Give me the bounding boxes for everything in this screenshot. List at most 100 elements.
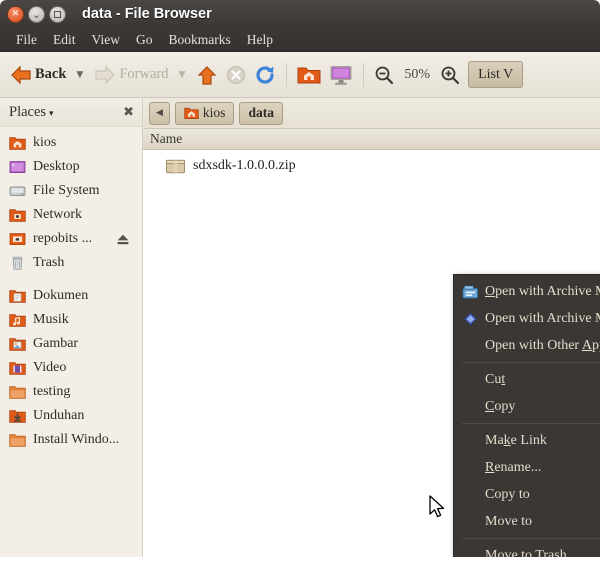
menu-file[interactable]: File [8, 30, 45, 50]
menu-view[interactable]: View [84, 30, 128, 50]
sidebar-item-unduhan[interactable]: Unduhan [0, 404, 142, 428]
back-button[interactable]: Back [6, 58, 70, 92]
window-title: data - File Browser [82, 6, 212, 22]
menu-item-open-with-archive-mounter[interactable]: Open with Archive Mounter [454, 305, 600, 332]
menu-item-label: Cut [485, 371, 506, 387]
toolbar-separator [286, 62, 288, 87]
menu-edit[interactable]: Edit [45, 30, 84, 50]
sidebar-item-gambar[interactable]: Gambar [0, 332, 142, 356]
sidebar-item-label: Gambar [33, 336, 79, 351]
sidebar-item-kios[interactable]: kios [0, 131, 142, 155]
menu-item-label: Rename... [485, 459, 542, 475]
archive-package-icon [165, 157, 186, 175]
up-arrow-icon [196, 65, 218, 85]
computer-button[interactable] [325, 58, 357, 92]
forward-history-dropdown-icon[interactable]: ▼ [178, 70, 185, 80]
menu-item-cut[interactable]: Cut [454, 366, 600, 393]
file-name-label: sdxsdk-1.0.0.0.zip [193, 158, 296, 173]
minimize-window-button[interactable]: ⌄ [28, 5, 45, 23]
sidebar-item-repobits[interactable]: repobits ... [0, 227, 142, 251]
sidebar-item-musik[interactable]: Musik [0, 308, 142, 332]
menu-go[interactable]: Go [128, 30, 161, 50]
sidebar-item-install-windows[interactable]: Install Windo... [0, 428, 142, 452]
home-folder-icon [9, 135, 26, 151]
menu-item-label: Copy [485, 398, 516, 414]
menu-item-label: Move to Trash [485, 547, 567, 558]
sidebar-item-video[interactable]: Video [0, 356, 142, 380]
menu-item-move-to[interactable]: Move to ▶ [454, 508, 600, 535]
videos-folder-icon [9, 360, 26, 376]
sidebar-item-label: kios [33, 135, 57, 150]
eject-icon[interactable] [116, 233, 130, 246]
sidebar-item-label: Dokumen [33, 288, 89, 303]
close-icon: ✕ [11, 8, 20, 19]
menu-item-copy[interactable]: Copy [454, 393, 600, 420]
menu-separator [462, 538, 600, 539]
menu-item-open-with-archive-manager[interactable]: Open with Archive Manager [454, 278, 600, 305]
stop-button[interactable] [222, 58, 250, 92]
desktop-icon [9, 159, 26, 175]
chevron-down-icon: ▾ [49, 108, 54, 119]
zoom-out-icon [374, 65, 394, 85]
up-button[interactable] [192, 58, 222, 92]
sidebar-item-dokumen[interactable]: Dokumen [0, 284, 142, 308]
breadcrumb-data[interactable]: data [239, 101, 283, 125]
table-row[interactable]: sdxsdk-1.0.0.0.zip [143, 154, 600, 178]
sidebar-item-file-system[interactable]: File System [0, 179, 142, 203]
menu-help[interactable]: Help [239, 30, 281, 50]
menu-item-label: Copy to [485, 486, 530, 502]
sidebar-item-label: File System [33, 183, 100, 198]
network-folder-icon [9, 207, 26, 223]
left-arrow-icon: ◀ [156, 108, 163, 118]
menu-item-label: Open with Archive Manager [485, 283, 600, 299]
square-icon [54, 10, 61, 18]
documents-folder-icon [9, 288, 26, 304]
main-area: Places ▾ ✖ kios Desktop File System Netw… [0, 98, 600, 557]
zoom-level-label: 50% [404, 66, 431, 82]
menu-item-make-link[interactable]: Make Link [454, 427, 600, 454]
sidebar-item-label: Trash [33, 255, 65, 270]
view-mode-dropdown[interactable]: List V [468, 61, 524, 88]
forward-label: Forward [119, 66, 169, 82]
sidebar-item-testing[interactable]: testing [0, 380, 142, 404]
column-header-name[interactable]: Name [150, 131, 182, 147]
menu-separator [462, 423, 600, 424]
back-history-dropdown-icon[interactable]: ▼ [76, 70, 83, 80]
places-title[interactable]: Places ▾ [9, 104, 54, 121]
home-button[interactable] [293, 58, 325, 92]
forward-button[interactable]: Forward [90, 58, 172, 92]
breadcrumb-kios[interactable]: kios [174, 101, 235, 125]
sidebar-item-label: Unduhan [33, 408, 85, 423]
close-sidebar-button[interactable]: ✖ [123, 105, 134, 120]
menu-item-open-with-other-application[interactable]: Open with Other Application... [454, 332, 600, 359]
toolbar: Back ▼ Forward ▼ 50% List V [0, 52, 600, 98]
sidebar-item-desktop[interactable]: Desktop [0, 155, 142, 179]
close-window-button[interactable]: ✕ [7, 5, 24, 23]
breadcrumb-scroll-back-button[interactable]: ◀ [149, 101, 170, 125]
menu-item-label: Open with Other Application... [485, 337, 600, 353]
menu-item-move-to-trash[interactable]: Move to Trash [454, 542, 600, 558]
zoom-out-button[interactable] [370, 58, 398, 92]
home-folder-icon [297, 64, 321, 85]
zoom-in-icon [440, 65, 460, 85]
zoom-in-button[interactable] [436, 58, 464, 92]
sidebar-item-label: Musik [33, 312, 69, 327]
menu-bookmarks[interactable]: Bookmarks [160, 30, 238, 50]
back-arrow-icon [10, 65, 32, 85]
reload-button[interactable] [250, 58, 280, 92]
chevron-down-icon: ⌄ [31, 7, 42, 21]
pictures-folder-icon [9, 336, 26, 352]
context-menu: Open with Archive Manager Open with Arch… [453, 274, 600, 557]
sidebar-item-network[interactable]: Network [0, 203, 142, 227]
maximize-window-button[interactable] [49, 5, 66, 23]
menu-item-rename[interactable]: Rename... [454, 454, 600, 481]
places-list: kios Desktop File System Network repobit… [0, 126, 142, 557]
menu-item-label: Open with Archive Mounter [485, 310, 600, 326]
mouse-cursor [429, 495, 447, 521]
menu-separator [462, 362, 600, 363]
sidebar-item-label: repobits ... [33, 231, 93, 246]
view-mode-label: List V [478, 66, 514, 82]
volume-icon [9, 231, 26, 247]
menu-item-copy-to[interactable]: Copy to ▶ [454, 481, 600, 508]
sidebar-item-trash[interactable]: Trash [0, 251, 142, 275]
